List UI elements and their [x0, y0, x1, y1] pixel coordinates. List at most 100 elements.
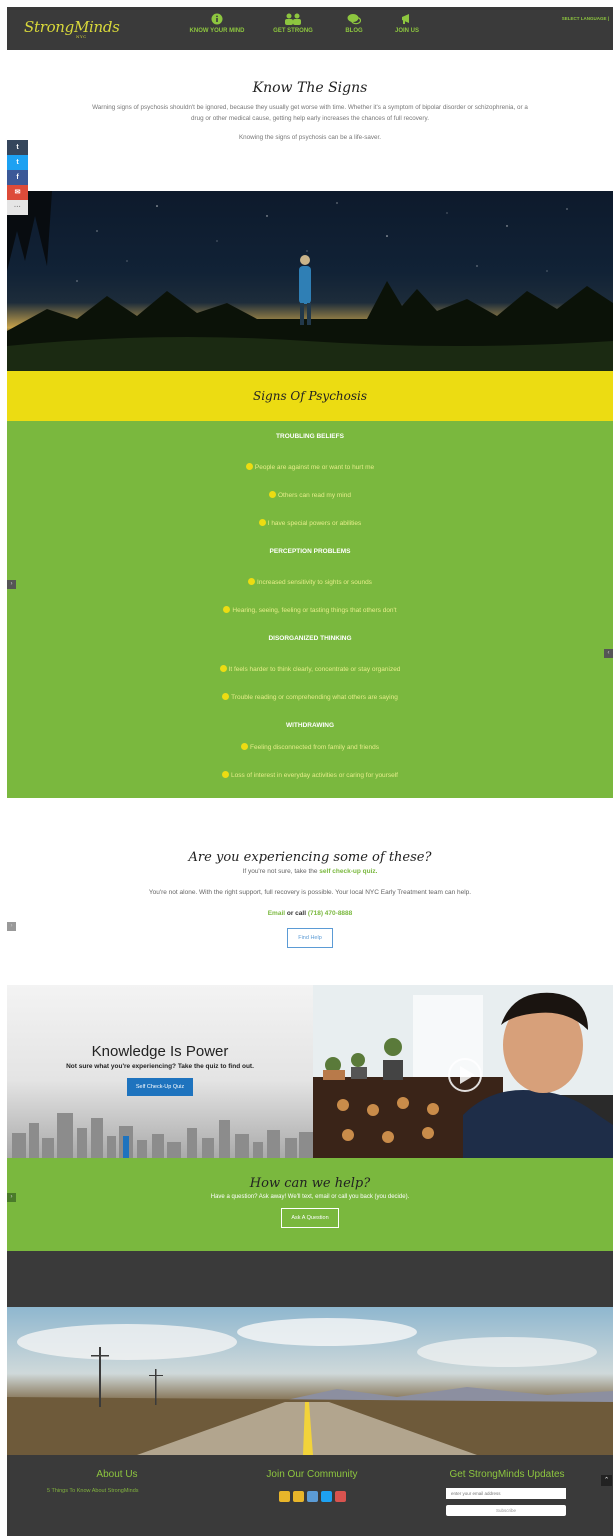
quiz-prompt: If you're not sure, take the self check-…	[7, 868, 613, 875]
section-title: Know The Signs	[252, 80, 368, 96]
logo-subtext: NYC	[76, 34, 87, 39]
footer-heading: About Us	[96, 1469, 138, 1480]
tumblr-icon[interactable]: t	[7, 140, 28, 155]
list-item: Increased sensitivity to sights or sound…	[7, 578, 613, 586]
knowledge-is-power-panel: Knowledge Is Power Not sure what you're …	[7, 985, 313, 1158]
bullet-icon	[222, 693, 230, 700]
city-skyline-illustration	[12, 1113, 313, 1158]
email-subscribe-input[interactable]	[446, 1488, 566, 1499]
signs-of-psychosis-header: Signs Of Psychosis	[7, 371, 613, 421]
facebook-icon[interactable]: f	[7, 170, 28, 185]
more-icon[interactable]: ···	[7, 200, 28, 215]
nav-label: GET STRONG	[273, 28, 313, 34]
intro-paragraph: Warning signs of psychosis shouldn't be …	[92, 104, 528, 122]
list-item: People are against me or want to hurt me	[7, 463, 613, 471]
info-circle-icon	[211, 13, 223, 25]
hero-illustration	[7, 191, 613, 371]
footer: About Us 5 Things To Know About StrongMi…	[7, 1455, 613, 1536]
nav-item-get-strong[interactable]: GET STRONG	[259, 13, 327, 34]
page: StrongMinds NYC KNOW YOUR MIND GET STRON…	[7, 0, 613, 1536]
item-text: People are against me or want to hurt me	[254, 464, 375, 471]
nav-menu: KNOW YOUR MIND GET STRONG BLOG JOIN US	[177, 13, 435, 34]
nav-label: JOIN US	[394, 28, 419, 34]
bullet-icon	[223, 606, 231, 613]
contact-line: Email or call (718) 470-8888	[7, 910, 613, 917]
quiz-prefix-text: If you're not sure, take the	[242, 868, 320, 875]
bullet-icon	[245, 463, 253, 470]
video-still-image	[313, 985, 613, 1158]
logo-text: StrongMinds	[24, 18, 120, 36]
road-illustration	[7, 1318, 613, 1455]
section-title: Signs Of Psychosis	[252, 389, 368, 403]
item-text: Loss of interest in everyday activities …	[231, 772, 398, 779]
side-arrow-icon[interactable]: ‹	[604, 649, 613, 658]
social-icons	[247, 1491, 377, 1502]
side-arrow-icon[interactable]: ›	[7, 1193, 16, 1202]
phone-link[interactable]: (718) 470-8888	[308, 910, 352, 917]
subscribe-button[interactable]: Subscribe	[446, 1505, 566, 1516]
list-item: Trouble reading or comprehending what ot…	[7, 693, 613, 701]
help-text: Have a question? Ask away! We'll text, e…	[210, 1194, 410, 1200]
self-check-up-link[interactable]: self check-up quiz.	[319, 868, 377, 875]
category-heading: TROUBLING BELIEFS	[276, 433, 344, 440]
tumblr-icon[interactable]	[292, 1491, 304, 1502]
language-selector[interactable]: SELECT LANGUAGE |	[562, 16, 609, 21]
twitter-icon[interactable]	[320, 1491, 332, 1502]
find-help-button[interactable]: Find Help	[287, 928, 333, 948]
side-arrow-icon[interactable]: ›	[7, 580, 16, 589]
item-text: Feeling disconnected from family and fri…	[250, 744, 379, 751]
know-the-signs-section: Know The Signs Warning signs of psychosi…	[7, 80, 613, 143]
megaphone-icon	[402, 14, 409, 24]
people-icon	[285, 13, 301, 25]
list-item: Hearing, seeing, feeling or tasting thin…	[7, 606, 613, 614]
self-check-up-quiz-button[interactable]: Self Check-Up Quiz	[126, 1078, 194, 1096]
dark-divider	[7, 1251, 613, 1307]
email-icon[interactable]	[278, 1491, 290, 1502]
ask-a-question-button[interactable]: Ask A Question	[281, 1208, 339, 1228]
share-bar: t t f ✉ ···	[7, 140, 28, 215]
footer-updates-column: Get StrongMinds Updates Subscribe	[432, 1469, 582, 1516]
nav-label: KNOW YOUR MIND	[189, 28, 245, 34]
experiencing-section: Are you experiencing some of these? If y…	[7, 850, 613, 948]
list-item: It feels harder to think clearly, concen…	[7, 665, 613, 673]
list-item: Others can read my mind	[7, 491, 613, 499]
footer-about-column: About Us 5 Things To Know About StrongMi…	[47, 1469, 187, 1494]
bullet-icon	[241, 743, 248, 750]
list-item: Loss of interest in everyday activities …	[7, 771, 613, 779]
list-item: I have special powers or abilities	[7, 519, 613, 527]
hero-image-night-sky	[7, 191, 613, 371]
chat-icon	[347, 14, 361, 25]
category-heading: PERCEPTION PROBLEMS	[269, 548, 351, 555]
item-text: Hearing, seeing, feeling or tasting thin…	[232, 607, 397, 614]
twitter-icon[interactable]: t	[7, 155, 28, 170]
nav-item-join-us[interactable]: JOIN US	[381, 13, 433, 34]
footer-heading: Get StrongMinds Updates	[449, 1469, 565, 1480]
signs-list: TROUBLING BELIEFS People are against me …	[7, 421, 613, 798]
side-arrow-icon[interactable]: ›	[7, 922, 16, 931]
section-title: Are you experiencing some of these?	[188, 850, 432, 865]
nav-label: BLOG	[345, 28, 363, 34]
footer-link[interactable]: 5 Things To Know About StrongMinds	[47, 1488, 187, 1494]
item-text: Trouble reading or comprehending what ot…	[231, 694, 398, 701]
bullet-icon	[219, 665, 227, 672]
list-item: Feeling disconnected from family and fri…	[7, 743, 613, 751]
email-link[interactable]: Email	[268, 910, 285, 917]
item-text: I have special powers or abilities	[267, 520, 362, 527]
top-navigation: StrongMinds NYC KNOW YOUR MIND GET STRON…	[7, 7, 613, 50]
nav-item-know-your-mind[interactable]: KNOW YOUR MIND	[177, 13, 257, 34]
knowledge-title: Knowledge Is Power	[91, 1043, 229, 1060]
intro-note: Knowing the signs of psychosis can be a …	[238, 134, 382, 141]
nav-item-blog[interactable]: BLOG	[329, 13, 379, 34]
how-can-we-help-section: How can we help? Have a question? Ask aw…	[7, 1158, 613, 1251]
instagram-icon[interactable]	[306, 1491, 318, 1502]
footer-community-column: Join Our Community	[247, 1469, 377, 1502]
youtube-icon[interactable]	[334, 1491, 346, 1502]
video-thumbnail[interactable]	[313, 985, 613, 1158]
or-call-text: or call	[285, 910, 308, 917]
bullet-icon	[222, 771, 230, 778]
email-icon[interactable]: ✉	[7, 185, 28, 200]
category-heading: DISORGANIZED THINKING	[268, 635, 352, 642]
logo[interactable]: StrongMinds NYC	[24, 18, 120, 39]
category-heading: WITHDRAWING	[285, 722, 335, 729]
back-to-top-icon[interactable]: ⌃	[601, 1475, 612, 1486]
